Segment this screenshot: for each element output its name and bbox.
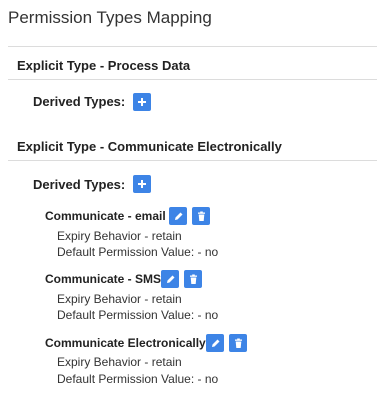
edit-button[interactable]: [161, 270, 179, 288]
trash-icon: [189, 274, 197, 284]
plus-icon: [138, 180, 146, 188]
trash-icon: [197, 211, 205, 221]
page-title: Permission Types Mapping: [8, 8, 212, 27]
derived-type-name: Communicate - email: [45, 209, 166, 223]
derived-type-name: Communicate - SMS: [45, 272, 162, 286]
derived-types-label: Derived Types:: [33, 177, 126, 192]
derived-types-label: Derived Types:: [33, 94, 126, 109]
delete-button[interactable]: [192, 207, 210, 225]
add-derived-type-button[interactable]: [133, 175, 151, 193]
pencil-icon: [211, 339, 219, 347]
trash-icon: [234, 338, 242, 348]
divider: [8, 79, 377, 80]
delete-button[interactable]: [184, 270, 202, 288]
divider: [8, 160, 377, 161]
add-derived-type-button[interactable]: [133, 93, 151, 111]
edit-button[interactable]: [206, 334, 224, 352]
divider: [8, 46, 377, 47]
default-permission-text: Default Permission Value: - no: [57, 245, 219, 259]
explicit-type-title: Explicit Type - Communicate Electronical…: [17, 139, 282, 154]
default-permission-text: Default Permission Value: - no: [57, 372, 219, 386]
plus-icon: [138, 98, 146, 106]
delete-button[interactable]: [229, 334, 247, 352]
edit-button[interactable]: [169, 207, 187, 225]
default-permission-text: Default Permission Value: - no: [57, 308, 219, 322]
derived-type-name: Communicate Electronically: [45, 336, 206, 350]
expiry-behavior-text: Expiry Behavior - retain: [57, 229, 182, 243]
explicit-type-title: Explicit Type - Process Data: [17, 58, 191, 73]
pencil-icon: [166, 275, 174, 283]
expiry-behavior-text: Expiry Behavior - retain: [57, 292, 182, 306]
pencil-icon: [174, 212, 182, 220]
expiry-behavior-text: Expiry Behavior - retain: [57, 355, 182, 369]
